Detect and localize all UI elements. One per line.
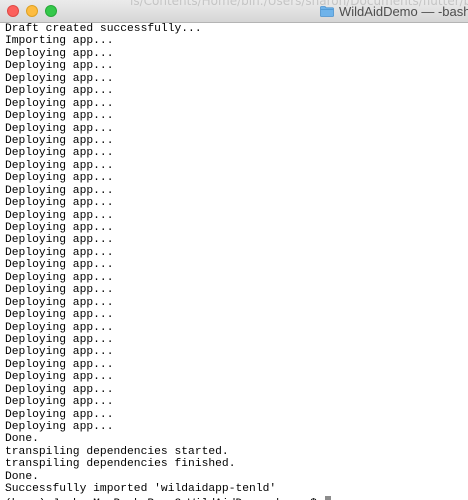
- terminal-line: Draft created successfully...: [5, 23, 202, 35]
- terminal-line: Deploying app...: [5, 346, 114, 359]
- minimize-button[interactable]: [26, 5, 38, 17]
- terminal-line: Deploying app...: [5, 197, 114, 210]
- terminal-line: Deploying app...: [5, 234, 114, 247]
- terminal-line: Deploying app...: [5, 147, 114, 160]
- terminal-output[interactable]: Draft created successfully... Importing a…: [0, 23, 468, 500]
- terminal-line: Deploying app...: [5, 184, 114, 197]
- terminal-line: Deploying app...: [5, 47, 114, 60]
- terminal-line: Deploying app...: [5, 259, 114, 272]
- terminal-window: ls/Contents/Home/bin:/Users/sharon/Docum…: [0, 0, 468, 500]
- terminal-line: Deploying app...: [5, 333, 114, 346]
- terminal-line: Deploying app...: [5, 134, 114, 147]
- close-button[interactable]: [7, 5, 19, 17]
- terminal-line: Deploying app...: [5, 246, 114, 259]
- terminal-line: Deploying app...: [5, 85, 114, 98]
- terminal-line: Deploying app...: [5, 321, 114, 334]
- terminal-line: Done.: [5, 470, 39, 483]
- terminal-line: Importing app...: [5, 35, 114, 48]
- terminal-line: Deploying app...: [5, 371, 114, 384]
- terminal-line: Deploying app...: [5, 408, 114, 421]
- terminal-line: Done.: [5, 433, 39, 446]
- terminal-line: Deploying app...: [5, 97, 114, 110]
- terminal-line: Successfully imported 'wildaidapp-tenld': [5, 483, 277, 496]
- terminal-line: Deploying app...: [5, 159, 114, 172]
- terminal-line: Deploying app...: [5, 172, 114, 185]
- window-title-text: WildAidDemo — -bash —: [339, 3, 468, 19]
- text-cursor: [324, 495, 331, 500]
- terminal-line: Deploying app...: [5, 309, 114, 322]
- window-title: WildAidDemo — -bash —: [320, 0, 468, 22]
- terminal-line: transpiling dependencies started.: [5, 445, 229, 458]
- prompt-line[interactable]: (base) Jacks-MacBook-Pro-2:WildAidDemo s…: [5, 495, 468, 500]
- terminal-line: Deploying app...: [5, 209, 114, 222]
- terminal-line: Deploying app...: [5, 60, 114, 73]
- title-bar[interactable]: ls/Contents/Home/bin:/Users/sharon/Docum…: [0, 0, 468, 23]
- terminal-line: Deploying app...: [5, 296, 114, 309]
- terminal-line: Deploying app...: [5, 110, 114, 123]
- terminal-line: Deploying app...: [5, 421, 114, 433]
- terminal-line: Deploying app...: [5, 72, 114, 85]
- folder-icon: [320, 5, 334, 17]
- terminal-line: Deploying app...: [5, 396, 114, 409]
- terminal-line: Deploying app...: [5, 271, 114, 284]
- terminal-line: Deploying app...: [5, 383, 114, 396]
- zoom-button[interactable]: [45, 5, 57, 17]
- terminal-line: Deploying app...: [5, 358, 114, 371]
- terminal-line: Deploying app...: [5, 284, 114, 297]
- terminal-line: Deploying app...: [5, 122, 114, 135]
- terminal-line: Deploying app...: [5, 222, 114, 234]
- terminal-line: transpiling dependencies finished.: [5, 458, 236, 471]
